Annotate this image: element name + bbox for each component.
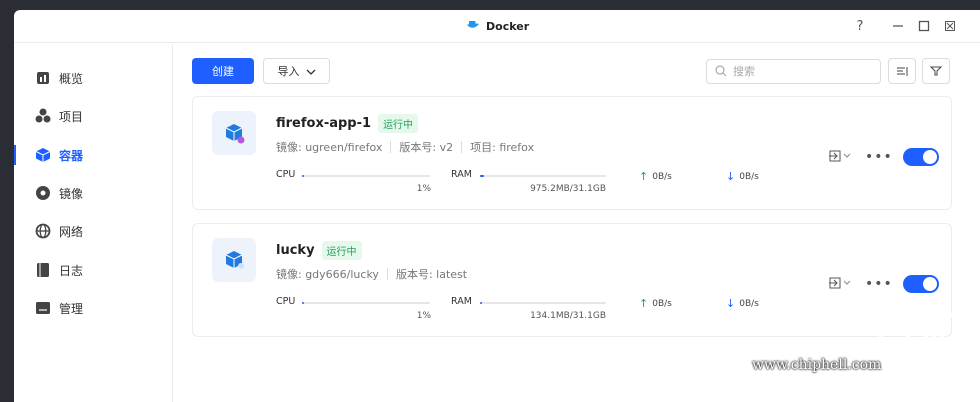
container-icon <box>35 147 51 163</box>
sidebar-item-network[interactable]: 网络 <box>14 217 172 245</box>
sidebar-item-image[interactable]: 镜像 <box>14 179 172 207</box>
download-rate: ↓ 0B/s <box>726 297 759 310</box>
upload-value: 0B/s <box>652 298 672 309</box>
cpu-label: CPU <box>276 169 296 180</box>
container-meta: 镜像: ugreen/firefox 版本号: v2 项目: firefox <box>276 139 534 155</box>
ram-bar-fill <box>480 175 484 177</box>
ram-value: 975.2MB/31.1GB <box>530 184 606 194</box>
upload-rate: ↑ 0B/s <box>639 170 672 183</box>
sidebar-item-container[interactable]: 容器 <box>14 141 172 169</box>
sidebar-item-label: 管理 <box>59 301 84 316</box>
network-icon <box>35 223 51 239</box>
cpu-bar-fill <box>302 175 304 177</box>
docker-window: Docker ? 概览 项目 容器 镜像 网络 日志 管理 创建 导入 搜索 f… <box>14 10 980 402</box>
cpu-value: 1% <box>416 311 431 321</box>
cpu-value: 1% <box>416 184 431 194</box>
arrow-down-icon: ↓ <box>726 170 736 183</box>
image-text: 镜像: ugreen/firefox <box>276 141 383 154</box>
container-app-icon <box>212 238 256 282</box>
ram-bar-fill <box>480 302 482 304</box>
container-card[interactable]: firefox-app-1 运行中 镜像: ugreen/firefox 版本号… <box>192 96 952 210</box>
upload-rate: ↑ 0B/s <box>639 297 672 310</box>
divider <box>461 141 463 153</box>
sidebar-item-label: 镜像 <box>59 186 84 201</box>
cpu-bar-fill <box>302 302 304 304</box>
help-icon[interactable]: ? <box>852 18 868 34</box>
container-card[interactable]: lucky 运行中 镜像: gdy666/lucky 版本号: latest C… <box>192 223 952 337</box>
cpu-label: CPU <box>276 296 296 307</box>
window-title-group: Docker <box>466 19 529 34</box>
title-bar: Docker ? <box>14 10 980 43</box>
image-icon <box>35 185 51 201</box>
sidebar: 概览 项目 容器 镜像 网络 日志 管理 <box>14 44 173 402</box>
log-icon <box>35 262 51 278</box>
sort-icon <box>896 62 908 81</box>
ram-value: 134.1MB/31.1GB <box>530 311 606 321</box>
filter-button[interactable] <box>922 58 950 84</box>
card-actions: ••• <box>829 147 939 166</box>
close-button[interactable] <box>942 18 958 34</box>
chevron-down-icon <box>306 65 316 78</box>
maximize-button[interactable] <box>916 18 932 34</box>
manage-icon <box>35 300 51 316</box>
create-button[interactable]: 创建 <box>192 58 254 84</box>
sidebar-item-manage[interactable]: 管理 <box>14 294 172 322</box>
divider <box>390 141 392 153</box>
import-label: 导入 <box>277 65 300 78</box>
container-meta: 镜像: gdy666/lucky 版本号: latest <box>276 266 467 282</box>
sidebar-item-log[interactable]: 日志 <box>14 256 172 284</box>
ram-label: RAM <box>451 296 472 307</box>
sort-button[interactable] <box>888 58 916 84</box>
arrow-up-icon: ↑ <box>639 297 649 310</box>
container-app-icon <box>212 111 256 155</box>
sidebar-item-label: 项目 <box>59 109 84 124</box>
sidebar-item-label: 容器 <box>59 148 84 163</box>
arrow-down-icon: ↓ <box>726 297 736 310</box>
version-text: 版本号: v2 <box>399 141 454 154</box>
terminal-icon[interactable] <box>829 274 853 293</box>
sidebar-item-label: 概览 <box>59 71 84 86</box>
search-icon <box>715 62 727 81</box>
download-value: 0B/s <box>739 298 759 309</box>
status-badge: 运行中 <box>378 114 419 133</box>
ram-bar <box>480 175 606 177</box>
search-box <box>706 59 881 84</box>
sidebar-item-label: 日志 <box>59 263 84 278</box>
import-dropdown[interactable]: 导入 <box>263 58 330 84</box>
container-name[interactable]: lucky <box>276 243 315 258</box>
upload-value: 0B/s <box>652 171 672 182</box>
filter-icon <box>929 62 943 81</box>
chiphell-watermark-logo <box>876 285 976 399</box>
container-name[interactable]: firefox-app-1 <box>276 116 371 131</box>
arrow-up-icon: ↑ <box>639 170 649 183</box>
terminal-icon[interactable] <box>829 147 853 166</box>
image-text: 镜像: gdy666/lucky <box>276 268 379 281</box>
project-icon <box>35 108 51 124</box>
ram-label: RAM <box>451 169 472 180</box>
more-options-icon[interactable]: ••• <box>865 149 893 165</box>
sidebar-item-project[interactable]: 项目 <box>14 102 172 130</box>
divider <box>386 268 388 280</box>
overview-icon <box>35 70 51 86</box>
version-text: 版本号: latest <box>395 268 468 281</box>
minimize-button[interactable] <box>890 18 906 34</box>
sidebar-item-overview[interactable]: 概览 <box>14 64 172 92</box>
cpu-bar <box>302 302 430 304</box>
running-toggle[interactable] <box>902 147 939 166</box>
docker-logo-icon <box>466 19 480 34</box>
cpu-bar <box>302 175 430 177</box>
ram-bar <box>480 302 606 304</box>
watermark-text: www.chiphell.com <box>752 357 882 373</box>
sidebar-item-label: 网络 <box>59 224 84 239</box>
container-name-row: firefox-app-1 运行中 <box>276 114 419 133</box>
download-rate: ↓ 0B/s <box>726 170 759 183</box>
status-badge: 运行中 <box>321 241 362 260</box>
window-title: Docker <box>486 20 530 33</box>
download-value: 0B/s <box>739 171 759 182</box>
search-input[interactable] <box>733 65 863 78</box>
project-text: 项目: firefox <box>470 141 535 154</box>
container-name-row: lucky 运行中 <box>276 241 362 260</box>
